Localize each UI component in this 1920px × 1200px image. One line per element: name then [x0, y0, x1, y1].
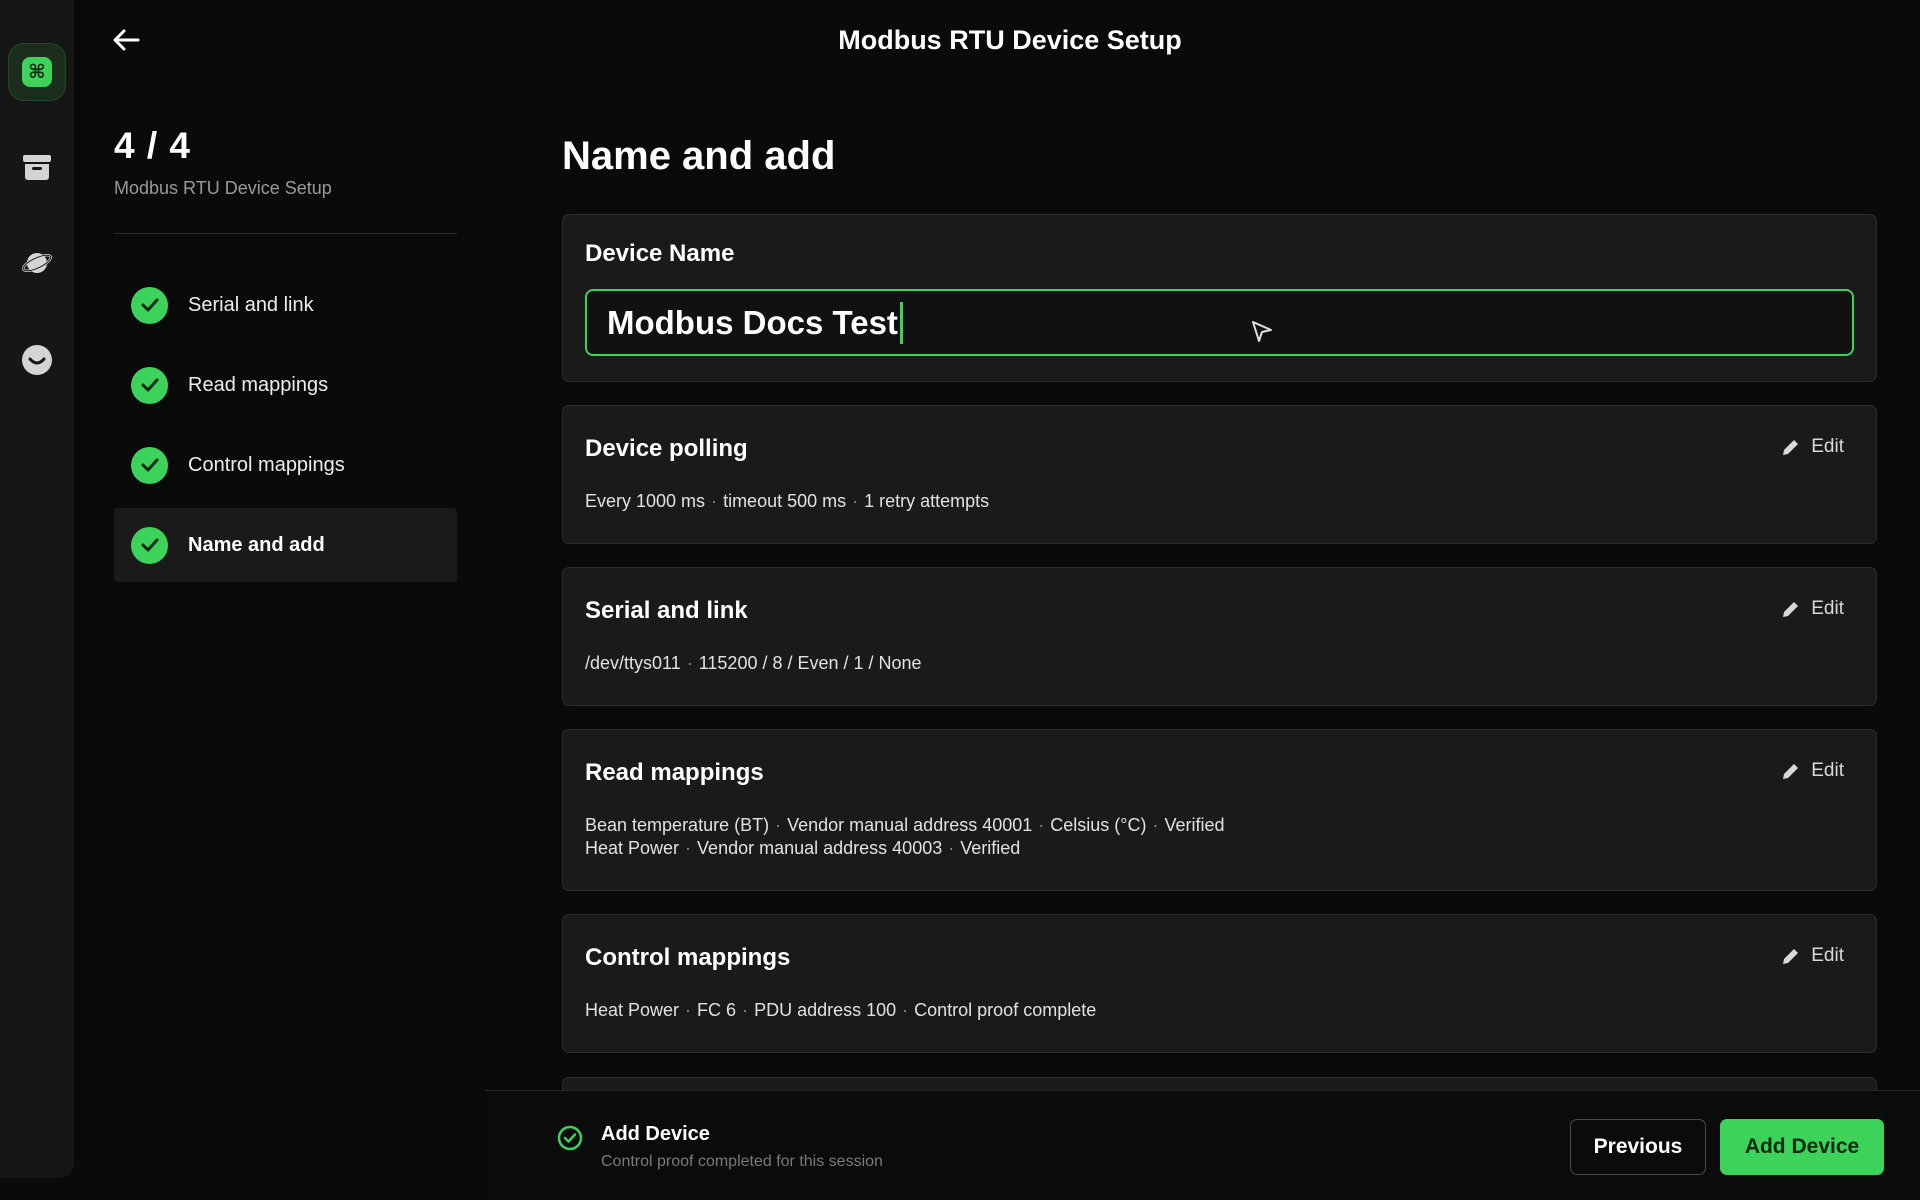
detail-line: /dev/ttys011 · 115200 / 8 / Even / 1 / Non…: [585, 652, 1854, 675]
separator: ·: [852, 491, 859, 511]
page-header-title: Modbus RTU Device Setup: [838, 25, 1182, 55]
check-circle-icon: [131, 526, 168, 564]
planet-icon: [21, 253, 53, 273]
separator: ·: [1038, 815, 1045, 835]
check-circle-icon: [131, 286, 168, 324]
pencil-icon: [1783, 440, 1799, 455]
read-mappings-card: Read mappings Edit Bean temperature (BT)…: [562, 729, 1877, 891]
separator: ·: [711, 491, 718, 511]
separator: ·: [685, 1000, 692, 1020]
detail-value: Bean temperature (BT): [585, 815, 770, 835]
detail-value: PDU address 100: [754, 1000, 897, 1020]
archive-box-icon: [23, 155, 51, 180]
step-item-serial-and-link[interactable]: Serial and link: [114, 268, 457, 342]
device-polling-card: Device polling Edit Every 1000 ms · timeou…: [562, 405, 1877, 544]
card-title: Read mappings: [585, 759, 764, 786]
rail-item-planet[interactable]: [8, 234, 66, 292]
detail-value: timeout 500 ms: [723, 491, 847, 511]
detail-line: Bean temperature (BT) · Vendor manual addr…: [585, 814, 1854, 837]
detail-value: Every 1000 ms: [585, 491, 706, 511]
detail-value: Verified: [1164, 815, 1225, 835]
detail-value: 1 retry attempts: [864, 491, 990, 511]
app-command-icon: ⌘: [22, 57, 52, 87]
pencil-icon: [1783, 764, 1799, 779]
add-device-button[interactable]: Add Device: [1720, 1119, 1884, 1175]
detail-value: Verified: [960, 838, 1021, 858]
page-title: Name and add: [562, 134, 836, 178]
footer-status-subtitle: Control proof completed for this session: [601, 1153, 883, 1170]
footer-status-title: Add Device: [601, 1123, 710, 1145]
separator: ·: [742, 1000, 749, 1020]
icon-rail: ⌘: [0, 0, 74, 1178]
edit-label: Edit: [1811, 598, 1844, 619]
serial-and-link-card: Serial and link Edit /dev/ttys011 · 115200…: [562, 567, 1877, 706]
rail-item-profile[interactable]: [8, 331, 66, 389]
edit-button[interactable]: Edit: [1781, 598, 1844, 620]
edit-label: Edit: [1811, 436, 1844, 457]
edit-label: Edit: [1811, 760, 1844, 781]
detail-line: Heat Power · Vendor manual address 40003 · V…: [585, 837, 1854, 860]
smiley-face-icon: [22, 345, 52, 375]
detail-value: /dev/ttys011: [585, 653, 681, 673]
edit-button[interactable]: Edit: [1781, 436, 1844, 458]
device-name-input[interactable]: Modbus Docs Test: [585, 289, 1854, 356]
detail-line: Every 1000 ms · timeout 500 ms · 1 retry att…: [585, 490, 1854, 513]
card-detail: Every 1000 ms · timeout 500 ms · 1 retry att…: [585, 490, 1854, 513]
edit-label: Edit: [1811, 945, 1844, 966]
mouse-pointer-icon: [1252, 321, 1272, 342]
card-title: Serial and link: [585, 597, 748, 624]
step-counter: 4 / 4: [114, 125, 191, 166]
card-detail: Bean temperature (BT) · Vendor manual addr…: [585, 814, 1854, 860]
check-circle-icon: [131, 446, 168, 484]
detail-value: Heat Power: [585, 1000, 680, 1020]
steps-sidebar: 4 / 4 Modbus RTU Device Setup Serial and…: [114, 124, 457, 588]
detail-value: Vendor manual address 40001: [787, 815, 1033, 835]
detail-value: Vendor manual address 40003: [697, 838, 943, 858]
device-name-card: Device Name Modbus Docs Test: [562, 214, 1877, 382]
footer-text: Add Device Control proof completed for t…: [601, 1121, 883, 1171]
detail-value: 115200 / 8 / Even / 1 / None: [698, 653, 922, 673]
rail-item-archive[interactable]: [8, 138, 66, 196]
step-subtitle: Modbus RTU Device Setup: [114, 178, 332, 198]
pencil-icon: [1783, 602, 1799, 617]
device-name-value: Modbus Docs Test: [607, 303, 898, 341]
step-label: Serial and link: [188, 293, 314, 316]
device-name-label: Device Name: [585, 240, 735, 267]
control-mappings-card: Control mappings Edit Heat Power · FC 6 · PD…: [562, 914, 1877, 1053]
separator: ·: [1152, 815, 1159, 835]
footer-status: Add Device Control proof completed for t…: [557, 1121, 883, 1171]
step-item-name-and-add[interactable]: Name and add: [114, 508, 457, 582]
text-caret: [899, 301, 903, 344]
card-title: Device polling: [585, 435, 748, 462]
step-label: Read mappings: [188, 373, 329, 396]
previous-button[interactable]: Previous: [1570, 1119, 1706, 1175]
separator: ·: [948, 838, 955, 858]
detail-value: Celsius (°C): [1050, 815, 1147, 835]
step-label: Name and add: [188, 533, 325, 556]
card-title: Control mappings: [585, 944, 791, 971]
divider: [114, 233, 457, 234]
pencil-icon: [1783, 949, 1799, 964]
edit-button[interactable]: Edit: [1781, 760, 1844, 782]
detail-value: FC 6: [697, 1000, 737, 1020]
separator: ·: [902, 1000, 909, 1020]
detail-value: Control proof complete: [914, 1000, 1097, 1020]
step-item-read-mappings[interactable]: Read mappings: [114, 348, 457, 422]
edit-button[interactable]: Edit: [1781, 945, 1844, 967]
detail-value: Heat Power: [585, 838, 680, 858]
card-detail: Heat Power · FC 6 · PDU address 100 · Control …: [585, 999, 1854, 1022]
check-circle-icon: [131, 366, 168, 404]
step-item-control-mappings[interactable]: Control mappings: [114, 428, 457, 502]
separator: ·: [686, 653, 693, 673]
main-content: Name and add Device Name Modbus Docs Tes…: [562, 132, 1877, 1076]
separator: ·: [685, 838, 692, 858]
separator: ·: [775, 815, 782, 835]
card-detail: /dev/ttys011 · 115200 / 8 / Even / 1 / Non…: [585, 652, 1854, 675]
step-label: Control mappings: [188, 453, 345, 476]
check-circle-outline-icon: [557, 1125, 583, 1151]
detail-line: Heat Power · FC 6 · PDU address 100 · Control …: [585, 999, 1854, 1022]
footer-action-bar: Add Device Control proof completed for t…: [485, 1090, 1920, 1200]
step-list: Serial and link Read mappings Control ma…: [114, 268, 457, 582]
